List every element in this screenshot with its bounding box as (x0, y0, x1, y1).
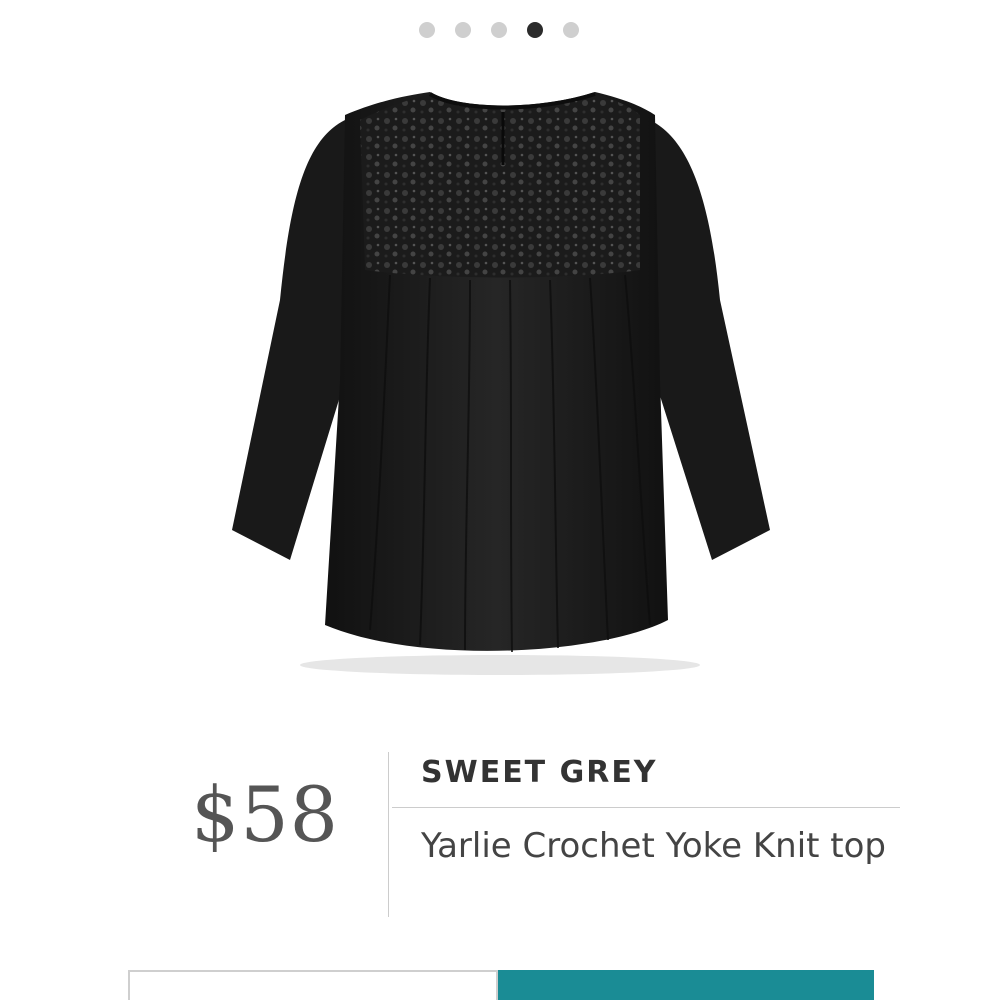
secondary-action-button[interactable] (128, 970, 498, 1000)
carousel-pagination[interactable] (0, 22, 997, 38)
carousel-dot[interactable] (418, 22, 435, 38)
product-card: $58 SWEET GREY Yarlie Crochet Yoke Knit … (0, 0, 997, 1000)
carousel-dot[interactable] (490, 22, 507, 38)
primary-action-button[interactable] (498, 970, 874, 1000)
carousel-dot[interactable] (454, 22, 471, 38)
horizontal-divider (392, 807, 900, 808)
product-price: $58 (190, 770, 340, 859)
product-image[interactable] (220, 80, 780, 680)
product-brand: SWEET GREY (421, 755, 658, 790)
product-name: Yarlie Crochet Yoke Knit top (421, 826, 886, 866)
vertical-divider (388, 752, 389, 917)
carousel-dot[interactable] (562, 22, 579, 38)
carousel-dot-active[interactable] (526, 22, 543, 38)
action-buttons (128, 970, 874, 1000)
